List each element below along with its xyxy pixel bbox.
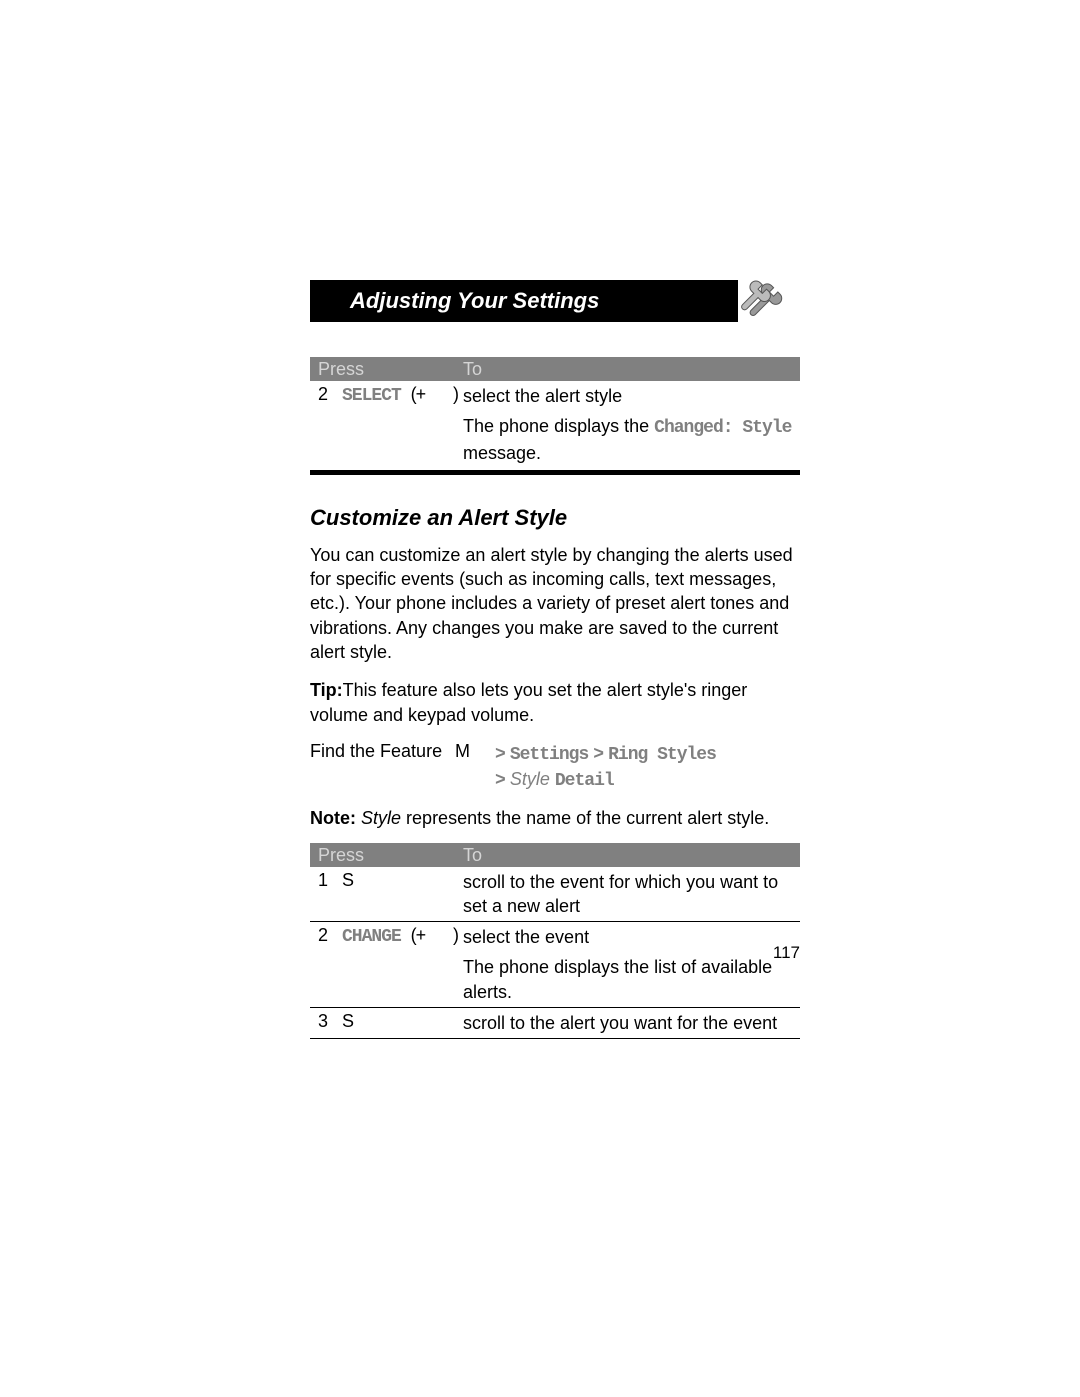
path-style-italic: Style [510,769,550,789]
tip-paragraph: Tip:This feature also lets you set the a… [310,678,800,727]
table1-row-num: 2 [318,384,342,405]
table2-header: Press To [310,843,800,867]
wrench-icon [736,277,790,331]
table2-header-to: To [463,845,792,866]
table1-header-press: Press [318,359,463,380]
key2-paren-open: (+ [411,925,426,945]
gt2: > [593,745,603,765]
changed-style-label: Changed: Style [654,418,791,438]
table1-header: Press To [310,357,800,381]
section-para1: You can customize an alert style by chan… [310,543,800,664]
table1-row-key: SELECT (+ ) [342,384,463,406]
table2-r3-desc: scroll to the alert you want for the eve… [463,1011,792,1035]
tip-label: Tip: [310,680,343,700]
note-text: represents the name of the current alert… [401,808,769,828]
table2-r1-desc: scroll to the event for which you want t… [463,870,792,919]
key2-paren-close: ) [453,925,458,945]
scroll-key-s1: S [342,870,353,890]
select-key-label: SELECT [342,386,401,406]
table2-row2: 2 CHANGE (+ ) select the event The phone… [310,922,800,1008]
table2-header-press: Press [318,845,463,866]
table1-desc-line2: The phone displays the Changed: Style me… [463,414,792,465]
note-label: Note: [310,808,356,828]
table2-r3-num: 3 [318,1011,342,1032]
table2-r3-key: S [342,1011,463,1032]
table2-r1-num: 1 [318,870,342,891]
section-title: Customize an Alert Style [310,505,800,531]
path-ring-styles: Ring Styles [608,745,716,765]
gt3: > [495,771,505,791]
table1-row: 2 SELECT (+ ) select the alert style The… [310,381,800,468]
path-settings: Settings [510,745,588,765]
gt1: > [495,745,505,765]
find-feature-row: Find the Feature M > Settings > Ring Sty… [310,741,800,794]
key-paren-close: ) [453,384,458,404]
menu-key-m: M [455,741,495,794]
table1-desc-2c: message. [463,443,541,463]
feature-path-line1: > Settings > Ring Styles [495,741,800,767]
table2-r1-key: S [342,870,463,891]
table1-header-to: To [463,359,792,380]
page-header-title: Adjusting Your Settings [350,288,599,313]
table1-row-desc: select the alert style The phone display… [463,384,792,465]
feature-path-line2: > Style Detail [495,767,800,793]
scroll-key-s2: S [342,1011,353,1031]
change-key-label: CHANGE [342,927,401,947]
key-paren-open: (+ [411,384,426,404]
table1-desc-2a: The phone displays the [463,416,654,436]
table2-r2-key: CHANGE (+ ) [342,925,463,947]
note-line: Note: Style represents the name of the c… [310,808,800,829]
table2-row1: 1 S scroll to the event for which you wa… [310,867,800,923]
note-style-italic: Style [361,808,401,828]
table2-r2-d1: select the event [463,925,792,949]
page-header: Adjusting Your Settings [310,280,738,322]
feature-path: > Settings > Ring Styles > Style Detail [495,741,800,794]
table1-desc-line1: select the alert style [463,384,792,408]
table2-r2-desc: select the event The phone displays the … [463,925,792,1004]
table2-r2-num: 2 [318,925,342,946]
find-feature-label: Find the Feature [310,741,455,794]
table2-row3: 3 S scroll to the alert you want for the… [310,1008,800,1039]
page-number: 117 [773,943,800,963]
tip-text: This feature also lets you set the alert… [310,680,747,724]
table2-r2-d2: The phone displays the list of available… [463,955,792,1004]
path-detail: Detail [555,771,614,791]
